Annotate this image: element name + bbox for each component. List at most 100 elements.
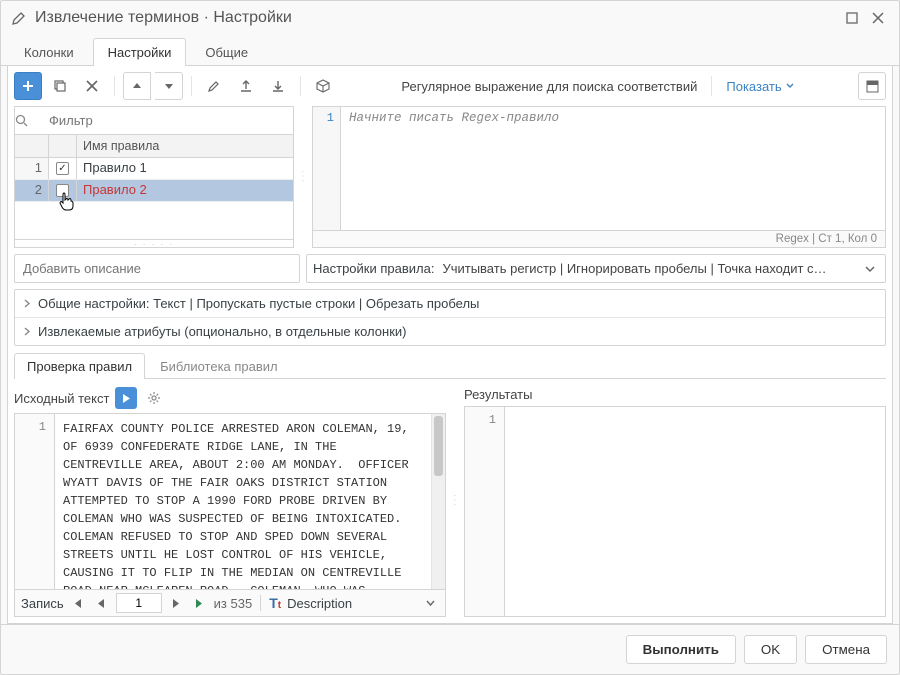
rules-grid: 1 Правило 1 2 Правило 2: [15, 158, 293, 239]
record-total: из 535: [214, 596, 253, 611]
regex-editor-pane: 1 Начните писать Regex-правило Regex | С…: [312, 106, 886, 248]
close-button[interactable]: [867, 7, 889, 29]
preview-area: Исходный текст 1 FAIRFAX COUNTY POLICE A…: [14, 385, 886, 617]
record-index-input[interactable]: [116, 593, 162, 613]
source-column: Исходный текст 1 FAIRFAX COUNTY POLICE A…: [14, 385, 446, 617]
rules-grid-header: Имя правила: [15, 135, 293, 158]
chevron-down-icon[interactable]: [861, 264, 879, 274]
row-number: 1: [15, 158, 49, 179]
next-record-button[interactable]: [166, 593, 186, 613]
import-button[interactable]: [264, 72, 292, 100]
run-preview-button[interactable]: [115, 387, 137, 409]
separator: [114, 76, 115, 96]
separator: [711, 76, 712, 96]
rule-settings-label: Настройки правила:: [313, 261, 434, 276]
description-row: Настройки правила: Учитывать регистр | И…: [14, 254, 886, 283]
tab-columns[interactable]: Колонки: [9, 38, 89, 66]
scrollbar[interactable]: [431, 414, 445, 589]
tab-check-rules[interactable]: Проверка правил: [14, 353, 145, 379]
line-gutter: 1: [313, 107, 341, 230]
tab-rule-library[interactable]: Библиотека правил: [147, 353, 291, 379]
field-selector[interactable]: Tt Description: [260, 595, 439, 611]
first-record-button[interactable]: [68, 593, 88, 613]
search-icon: [15, 114, 43, 127]
ok-button[interactable]: OK: [744, 635, 797, 664]
tab-general[interactable]: Общие: [190, 38, 263, 66]
edit-button[interactable]: [200, 72, 228, 100]
filter-input[interactable]: [43, 107, 293, 134]
prev-record-button[interactable]: [92, 593, 112, 613]
layout-toggle-button[interactable]: [858, 72, 886, 100]
upper-panes: Имя правила 1 Правило 1 2: [14, 106, 886, 248]
chevron-right-icon: [23, 327, 32, 336]
delete-button[interactable]: [78, 72, 106, 100]
line-gutter: 1: [15, 414, 55, 589]
rule-row[interactable]: 1 Правило 1: [15, 158, 293, 180]
regex-editor[interactable]: 1 Начните писать Regex-правило: [313, 107, 885, 230]
show-label: Показать: [726, 79, 781, 94]
acc-attrs-label: Извлекаемые атрибуты (опционально, в отд…: [38, 324, 406, 339]
run-button[interactable]: Выполнить: [626, 635, 736, 664]
regex-status-bar: Regex | Ст 1, Кол 0: [313, 230, 885, 247]
rules-toolbar: Регулярное выражение для поиска соответс…: [14, 72, 886, 100]
results-text: [505, 407, 885, 616]
resize-handle[interactable]: · · · · ·: [15, 239, 293, 247]
maximize-button[interactable]: [841, 7, 863, 29]
line-gutter: 1: [465, 407, 505, 616]
acc-general-label: Общие настройки: Текст | Пропускать пуст…: [38, 296, 479, 311]
move-down-button[interactable]: [155, 72, 183, 100]
field-name: Description: [287, 596, 352, 611]
record-navigator: Запись из 535 Tt Description: [14, 590, 446, 617]
rules-list-pane: Имя правила 1 Правило 1 2: [14, 106, 294, 248]
source-text: FAIRFAX COUNTY POLICE ARRESTED ARON COLE…: [55, 414, 431, 589]
source-editor[interactable]: 1 FAIRFAX COUNTY POLICE ARRESTED ARON CO…: [14, 413, 446, 590]
duplicate-button[interactable]: [46, 72, 74, 100]
rule-enabled-checkbox[interactable]: [56, 162, 69, 175]
chevron-down-icon: [422, 599, 439, 608]
vertical-splitter[interactable]: ···: [452, 385, 458, 617]
results-viewer: 1: [464, 406, 886, 617]
acc-general-settings[interactable]: Общие настройки: Текст | Пропускать пуст…: [15, 290, 885, 317]
rule-enabled-checkbox[interactable]: [56, 184, 69, 197]
rule-settings-dropdown[interactable]: Учитывать регистр | Игнорировать пробелы…: [442, 261, 853, 276]
titlebar: Извлечение терминов · Настройки: [1, 1, 899, 33]
source-label: Исходный текст: [14, 391, 109, 406]
window-title: Извлечение терминов · Настройки: [35, 9, 837, 27]
regex-label: Регулярное выражение для поиска соответс…: [395, 79, 703, 94]
package-button[interactable]: [309, 72, 337, 100]
rule-row[interactable]: 2 Правило 2: [15, 180, 293, 202]
record-label: Запись: [21, 596, 64, 611]
preview-settings-button[interactable]: [143, 387, 165, 409]
results-label: Результаты: [464, 387, 532, 402]
separator: [300, 76, 301, 96]
rule-name: Правило 1: [77, 158, 293, 179]
add-rule-button[interactable]: [14, 72, 42, 100]
show-dropdown[interactable]: Показать: [720, 79, 799, 94]
results-column: Результаты 1: [464, 385, 886, 617]
col-rule-name[interactable]: Имя правила: [77, 135, 293, 157]
last-record-button[interactable]: [190, 593, 210, 613]
acc-extracted-attrs[interactable]: Извлекаемые атрибуты (опционально, в отд…: [15, 317, 885, 345]
filter-row: [15, 107, 293, 135]
dialog-footer: Выполнить OK Отмена: [1, 624, 899, 674]
settings-accordion: Общие настройки: Текст | Пропускать пуст…: [14, 289, 886, 346]
preview-tabs: Проверка правил Библиотека правил: [14, 352, 886, 379]
scroll-thumb[interactable]: [434, 416, 443, 476]
separator: [191, 76, 192, 96]
pencil-icon: [11, 10, 27, 26]
text-type-icon: Tt: [269, 595, 281, 611]
rule-settings-bar: Настройки правила: Учитывать регистр | И…: [306, 254, 886, 283]
rule-settings-summary: Учитывать регистр | Игнорировать пробелы…: [442, 261, 853, 276]
cancel-button[interactable]: Отмена: [805, 635, 887, 664]
description-input[interactable]: [14, 254, 300, 283]
vertical-splitter[interactable]: ···: [300, 106, 306, 248]
chevron-right-icon: [23, 299, 32, 308]
chevron-down-icon: [786, 82, 794, 90]
regex-placeholder: Начните писать Regex-правило: [341, 107, 885, 230]
source-header: Исходный текст: [14, 385, 446, 413]
export-button[interactable]: [232, 72, 260, 100]
tab-settings[interactable]: Настройки: [93, 38, 187, 66]
rule-name: Правило 2: [77, 180, 293, 201]
results-header: Результаты: [464, 385, 886, 406]
move-up-button[interactable]: [123, 72, 151, 100]
